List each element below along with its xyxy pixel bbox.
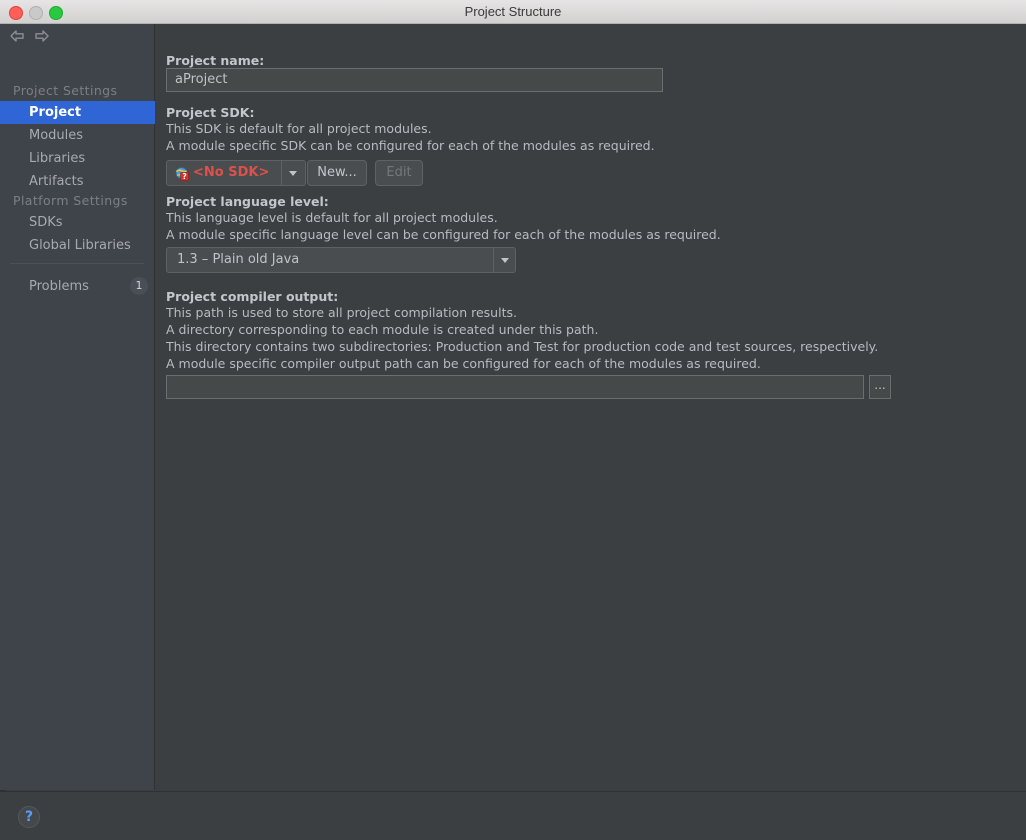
- language-level-label: Project language level:: [166, 194, 329, 209]
- chevron-down-icon[interactable]: [493, 248, 515, 272]
- help-button[interactable]: ?: [18, 806, 40, 828]
- forward-arrow-icon[interactable]: [33, 28, 50, 44]
- language-level-value: 1.3 – Plain old Java: [177, 252, 300, 267]
- project-structure-dialog: Project Structure Project Settings Proje…: [0, 0, 1026, 840]
- sidebar-item-label: Modules: [29, 128, 84, 143]
- project-name-label: Project name:: [166, 53, 265, 68]
- title-bar: Project Structure: [0, 0, 1026, 24]
- project-sdk-label: Project SDK:: [166, 105, 255, 120]
- sidebar-item-project[interactable]: Project: [0, 101, 155, 124]
- svg-text:?: ?: [182, 172, 186, 181]
- sidebar-navbar: [0, 24, 154, 48]
- sidebar-item-label: Artifacts: [29, 174, 84, 189]
- project-sdk-combobox[interactable]: ? <No SDK>: [166, 160, 306, 186]
- project-name-input[interactable]: aProject: [166, 68, 663, 92]
- sidebar-item-libraries[interactable]: Libraries: [0, 147, 154, 170]
- compiler-output-label: Project compiler output:: [166, 289, 339, 304]
- project-sdk-description-line-1: This SDK is default for all project modu…: [166, 121, 432, 136]
- sidebar-item-global-libraries[interactable]: Global Libraries: [0, 234, 154, 257]
- language-level-combobox[interactable]: 1.3 – Plain old Java: [166, 247, 516, 273]
- compiler-output-description-line-4: A module specific compiler output path c…: [166, 356, 761, 371]
- language-level-description-line-2: A module specific language level can be …: [166, 227, 721, 242]
- compiler-output-description-line-3: This directory contains two subdirectori…: [166, 339, 879, 354]
- new-sdk-button[interactable]: New...: [307, 160, 367, 186]
- sdk-unknown-icon: ?: [175, 166, 189, 181]
- project-settings-panel: Project name: aProject Project SDK: This…: [156, 24, 1026, 790]
- dialog-footer: ? Cancel Apply OK: [0, 791, 1026, 840]
- sidebar-item-label: Global Libraries: [29, 238, 131, 253]
- sidebar-group-platform-settings: Platform Settings: [13, 193, 128, 208]
- sidebar-item-label: Libraries: [29, 151, 86, 166]
- language-level-description-line-1: This language level is default for all p…: [166, 210, 498, 225]
- compiler-output-description-line-2: A directory corresponding to each module…: [166, 322, 599, 337]
- back-arrow-icon[interactable]: [9, 28, 26, 44]
- sidebar-item-label: Project: [29, 105, 82, 120]
- settings-sidebar: Project Settings Project Modules Librari…: [0, 24, 155, 790]
- browse-compiler-output-button[interactable]: ...: [869, 375, 891, 399]
- sidebar-group-project-settings: Project Settings: [13, 83, 118, 98]
- window-title: Project Structure: [464, 4, 562, 19]
- sidebar-item-label: SDKs: [29, 215, 63, 230]
- sidebar-item-label: Problems: [29, 279, 89, 294]
- compiler-output-path-input[interactable]: [166, 375, 864, 399]
- project-sdk-description-line-2: A module specific SDK can be configured …: [166, 138, 655, 153]
- sidebar-item-sdks[interactable]: SDKs: [0, 211, 154, 234]
- problems-count-badge: 1: [130, 277, 148, 295]
- chevron-down-icon[interactable]: [281, 161, 305, 185]
- project-sdk-value: <No SDK>: [193, 165, 270, 180]
- sidebar-divider: [10, 263, 144, 264]
- edit-sdk-button[interactable]: Edit: [375, 160, 423, 186]
- sidebar-item-modules[interactable]: Modules: [0, 124, 154, 147]
- compiler-output-description-line-1: This path is used to store all project c…: [166, 305, 517, 320]
